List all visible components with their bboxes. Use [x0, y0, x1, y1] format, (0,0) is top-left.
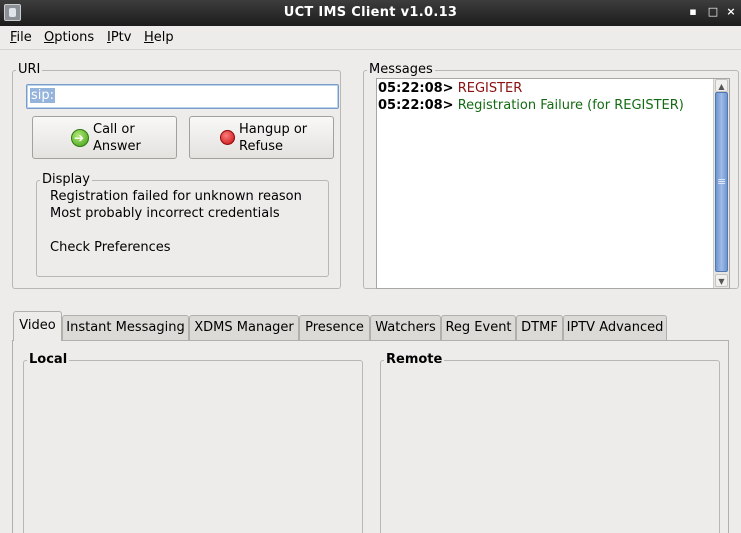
menu-iptv[interactable]: IPtv	[107, 30, 131, 45]
uri-label: URI	[16, 62, 43, 78]
message-row: 05:22:08> REGISTER	[378, 80, 522, 97]
uri-input[interactable]: sip:	[26, 84, 339, 109]
display-line-2: Most probably incorrect credentials	[50, 206, 280, 221]
scroll-down-icon[interactable]: ▼	[715, 274, 728, 287]
display-label: Display	[40, 172, 92, 188]
window-title: UCT IMS Client v1.0.13	[283, 5, 458, 20]
local-label: Local	[27, 352, 70, 368]
menu-help[interactable]: Help	[144, 30, 174, 45]
menu-bar: File Options IPtv Help	[0, 26, 741, 50]
close-button[interactable]: ×	[724, 5, 738, 19]
message-text: Registration Failure (for REGISTER)	[457, 98, 684, 113]
message-text: REGISTER	[457, 81, 523, 96]
tab-dtmf[interactable]: DTMF	[516, 315, 563, 340]
title-bar: UCT IMS Client v1.0.13 ▪ □ ×	[0, 0, 741, 26]
message-row: 05:22:08> Registration Failure (for REGI…	[378, 97, 684, 114]
tab-watchers[interactable]: Watchers	[370, 315, 441, 340]
messages-scrollbar[interactable]: ▲ ▼	[713, 79, 729, 288]
messages-log[interactable]: 05:22:08> REGISTER 05:22:08> Registratio…	[376, 78, 730, 289]
call-label-line1: Call or	[93, 122, 135, 137]
local-video-box: Local	[23, 352, 363, 533]
minimize-button[interactable]: ▪	[686, 5, 700, 19]
scroll-up-icon[interactable]: ▲	[715, 79, 728, 92]
hangup-label-line2: Refuse	[239, 139, 284, 154]
call-button[interactable]: Call or Answer	[32, 116, 177, 159]
hangup-label-line1: Hangup or	[239, 122, 308, 137]
hangup-button[interactable]: Hangup or Refuse	[189, 116, 334, 159]
uri-value: sip:	[30, 88, 56, 103]
tab-video[interactable]: Video	[13, 311, 62, 341]
tab-reg-event[interactable]: Reg Event	[441, 315, 516, 340]
call-label-line2: Answer	[93, 139, 141, 154]
tab-instant-messaging[interactable]: Instant Messaging	[62, 315, 189, 340]
tab-presence[interactable]: Presence	[299, 315, 370, 340]
tab-iptv-advanced[interactable]: IPTV Advanced	[563, 315, 667, 340]
display-line-4: Check Preferences	[50, 240, 171, 255]
message-time: 05:22:08>	[378, 81, 454, 96]
tab-xdms-manager[interactable]: XDMS Manager	[189, 315, 299, 340]
display-line-1: Registration failed for unknown reason	[50, 189, 302, 204]
menu-options[interactable]: Options	[44, 30, 94, 45]
scroll-thumb[interactable]	[715, 92, 728, 272]
menu-file[interactable]: File	[10, 30, 32, 45]
call-arrow-icon	[71, 129, 89, 147]
hangup-icon	[220, 130, 235, 145]
maximize-button[interactable]: □	[706, 5, 720, 19]
messages-label: Messages	[367, 62, 435, 78]
message-time: 05:22:08>	[378, 98, 454, 113]
remote-video-box: Remote	[380, 352, 720, 533]
remote-label: Remote	[384, 352, 445, 368]
